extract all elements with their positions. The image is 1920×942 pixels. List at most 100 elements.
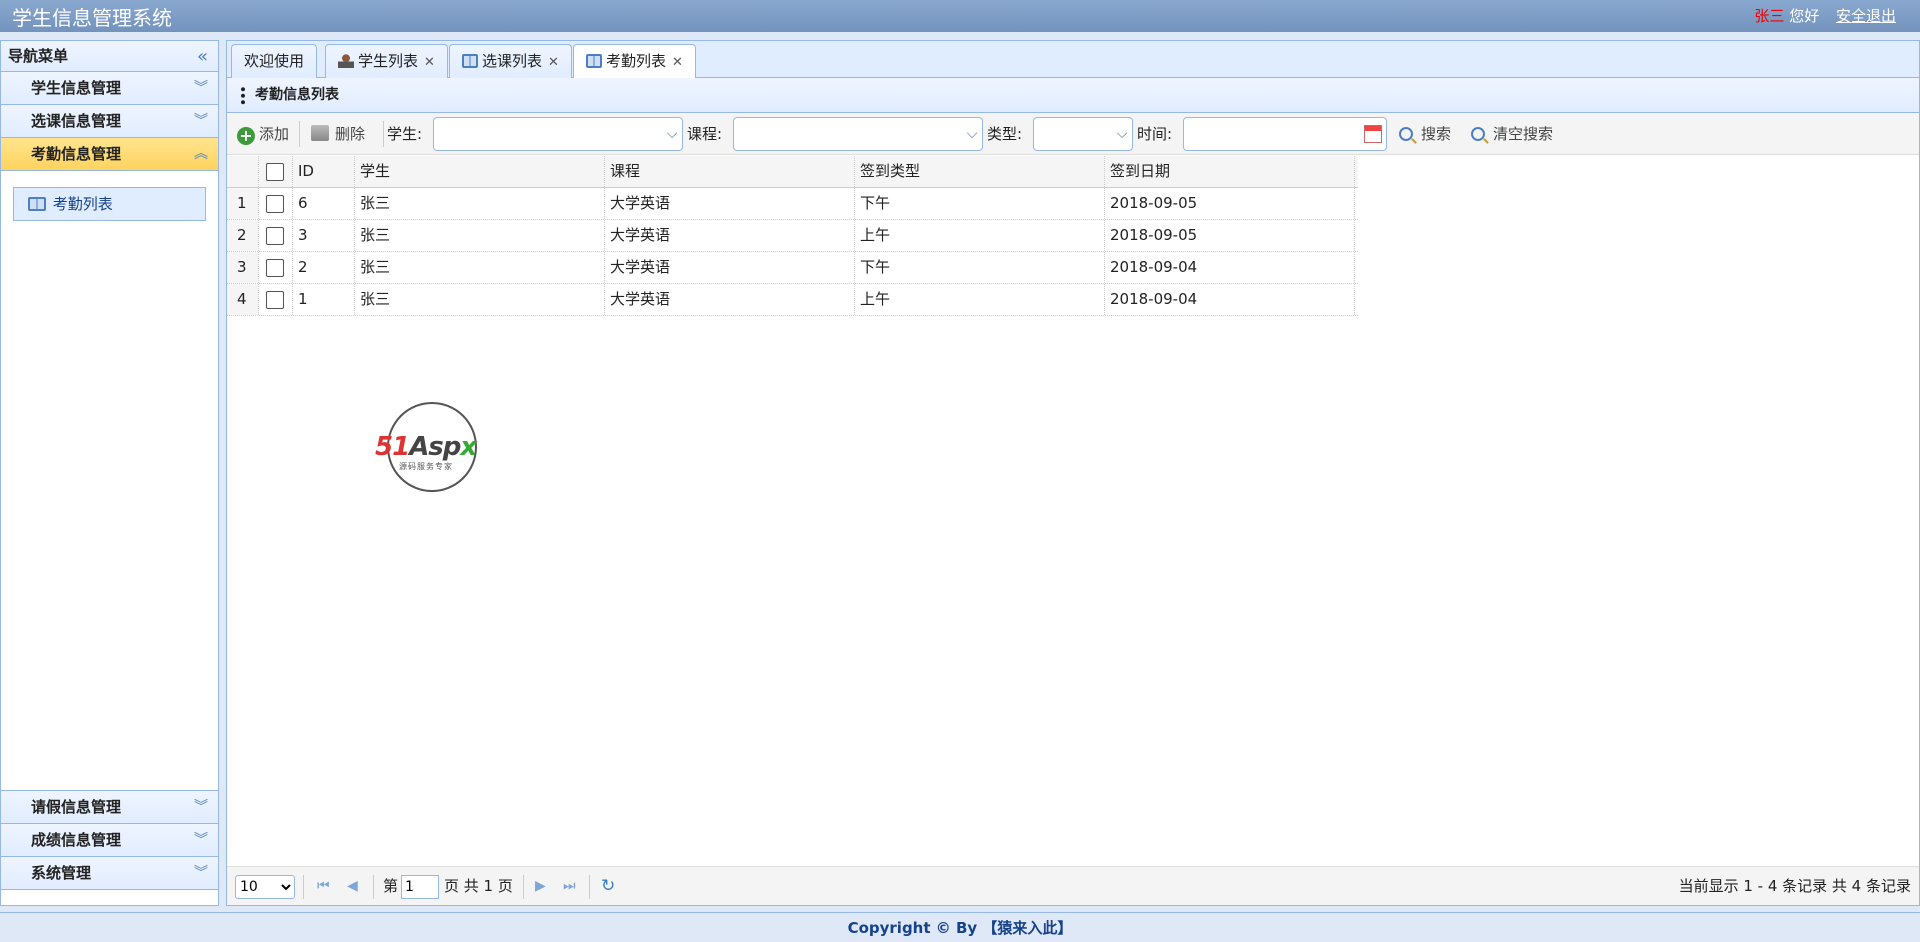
- panel-title: 考勤信息列表: [255, 87, 339, 103]
- tab-student-list[interactable]: 学生列表 ✕: [325, 44, 448, 78]
- chevron-down-icon[interactable]: ⌵: [662, 118, 682, 150]
- tab-label: 选课列表: [482, 52, 543, 70]
- vertical-dots-icon: [241, 86, 245, 105]
- table-row[interactable]: 1 6 张三 大学英语 下午 2018-09-05: [227, 188, 1358, 220]
- row-checkbox[interactable]: [266, 291, 284, 309]
- close-icon[interactable]: ✕: [424, 55, 435, 70]
- cell-type: 下午: [855, 188, 1105, 219]
- tab-label: 欢迎使用: [244, 52, 305, 70]
- row-number: 1: [227, 188, 259, 219]
- refresh-icon[interactable]: ↻: [601, 867, 615, 905]
- first-page-icon[interactable]: ⏮: [317, 867, 330, 905]
- tab-course-list[interactable]: 选课列表 ✕: [449, 44, 572, 78]
- row-checkbox-cell: [259, 220, 293, 251]
- app-header: 学生信息管理系统 张三 您好 安全退出: [0, 0, 1920, 32]
- column-header-student[interactable]: 学生: [355, 156, 605, 187]
- student-combobox[interactable]: ⌵: [433, 117, 683, 151]
- row-checkbox[interactable]: [266, 195, 284, 213]
- pager-divider: [373, 875, 374, 899]
- sidebar-group-leave[interactable]: 请假信息管理 ︾: [1, 791, 218, 824]
- pager-divider: [303, 875, 304, 899]
- sidebar-group-score[interactable]: 成绩信息管理 ︾: [1, 824, 218, 857]
- clear-search-button[interactable]: 清空搜索: [1471, 113, 1553, 155]
- course-filter-label: 课程:: [687, 125, 723, 143]
- select-all-checkbox[interactable]: [266, 163, 284, 181]
- add-button-label: 添加: [259, 125, 290, 143]
- search-icon: [1471, 127, 1485, 141]
- page-number-input[interactable]: [401, 875, 439, 899]
- calendar-icon[interactable]: [1364, 125, 1382, 143]
- table-row[interactable]: 4 1 张三 大学英语 上午 2018-09-04: [227, 284, 1358, 316]
- copyright-text: Copyright © By 【猿来入此】: [847, 919, 1073, 937]
- clear-search-button-label: 清空搜索: [1493, 125, 1554, 143]
- pagination-bar: 10 ⏮ ◀ 第 页 共 1 页 ▶ ⏭ ↻ 当前显示 1 - 4 条记录 共 …: [227, 866, 1919, 905]
- cell-id: 2: [293, 252, 355, 283]
- collapse-sidebar-icon[interactable]: «: [197, 41, 208, 72]
- row-checkbox-cell: [259, 284, 293, 315]
- cell-course: 大学英语: [605, 188, 855, 219]
- sidebar-group-system[interactable]: 系统管理 ︾: [1, 857, 218, 890]
- course-combobox[interactable]: ⌵: [733, 117, 983, 151]
- close-icon[interactable]: ✕: [672, 55, 683, 70]
- row-checkbox[interactable]: [266, 259, 284, 277]
- column-header-course[interactable]: 课程: [605, 156, 855, 187]
- table-row[interactable]: 2 3 张三 大学英语 上午 2018-09-05: [227, 220, 1358, 252]
- sidebar-title-label: 导航菜单: [8, 47, 69, 65]
- sidebar-group-label: 学生信息管理: [31, 79, 122, 97]
- logout-link[interactable]: 安全退出: [1836, 7, 1896, 25]
- plus-icon: +: [237, 127, 255, 145]
- close-icon[interactable]: ✕: [548, 55, 559, 70]
- delete-button[interactable]: 删除: [311, 113, 365, 155]
- tab-label: 考勤列表: [606, 52, 667, 70]
- chevron-double-up-icon: ︽: [194, 146, 208, 162]
- add-button[interactable]: + 添加: [237, 113, 289, 155]
- tab-welcome[interactable]: 欢迎使用: [231, 44, 318, 78]
- tab-label: 学生列表: [358, 52, 419, 70]
- delete-icon: [311, 125, 329, 141]
- cell-date: 2018-09-05: [1105, 220, 1355, 251]
- user-area: 张三 您好 安全退出: [1754, 5, 1896, 26]
- book-icon: [586, 54, 602, 68]
- tab-attendance-list[interactable]: 考勤列表 ✕: [573, 44, 696, 79]
- date-input[interactable]: [1183, 117, 1387, 151]
- cell-id: 3: [293, 220, 355, 251]
- chevron-double-down-icon: ︾: [194, 865, 208, 881]
- sidebar-link-attendance-list[interactable]: 考勤列表: [13, 187, 206, 221]
- watermark-brand: 51Aspx: [375, 432, 477, 462]
- delete-button-label: 删除: [335, 125, 366, 143]
- chevron-double-down-icon: ︾: [194, 832, 208, 848]
- user-name: 张三: [1754, 7, 1785, 25]
- watermark-logo: 51Aspx 源码服务专家: [375, 402, 477, 492]
- cell-course: 大学英语: [605, 220, 855, 251]
- row-checkbox-cell: [259, 252, 293, 283]
- last-page-icon[interactable]: ⏭: [563, 867, 576, 905]
- pager-divider: [523, 875, 524, 899]
- page-prefix-label: 第: [383, 877, 399, 895]
- chevron-down-icon[interactable]: ⌵: [1112, 118, 1132, 150]
- column-header-date[interactable]: 签到日期: [1105, 156, 1355, 187]
- cell-student: 张三: [355, 284, 605, 315]
- cell-student: 张三: [355, 188, 605, 219]
- row-checkbox-cell: [259, 188, 293, 219]
- toolbar-divider: [383, 121, 384, 147]
- sidebar-group-student[interactable]: 学生信息管理 ︾: [1, 72, 218, 105]
- table-row[interactable]: 3 2 张三 大学英语 下午 2018-09-04: [227, 252, 1358, 284]
- page-size-select[interactable]: 10: [235, 875, 295, 899]
- type-combobox[interactable]: ⌵: [1033, 117, 1133, 151]
- watermark-tagline: 源码服务专家: [399, 462, 453, 471]
- chevron-double-down-icon: ︾: [194, 113, 208, 129]
- column-header-id[interactable]: ID: [293, 156, 355, 187]
- sidebar-group-body: 考勤列表: [1, 171, 218, 791]
- greeting-text: 您好: [1789, 7, 1820, 25]
- cell-type: 下午: [855, 252, 1105, 283]
- sidebar-group-attendance[interactable]: 考勤信息管理 ︽: [1, 138, 218, 171]
- prev-page-icon[interactable]: ◀: [347, 867, 358, 905]
- chevron-down-icon[interactable]: ⌵: [962, 118, 982, 150]
- search-button[interactable]: 搜索: [1399, 113, 1451, 155]
- cell-course: 大学英语: [605, 284, 855, 315]
- row-checkbox[interactable]: [266, 227, 284, 245]
- next-page-icon[interactable]: ▶: [535, 867, 546, 905]
- column-header-type[interactable]: 签到类型: [855, 156, 1105, 187]
- main-panel: 欢迎使用 学生列表 ✕ 选课列表 ✕ 考勤列表 ✕ 考勤信息列表 + 添加 删除 学生:…: [226, 40, 1920, 906]
- sidebar-group-course[interactable]: 选课信息管理 ︾: [1, 105, 218, 138]
